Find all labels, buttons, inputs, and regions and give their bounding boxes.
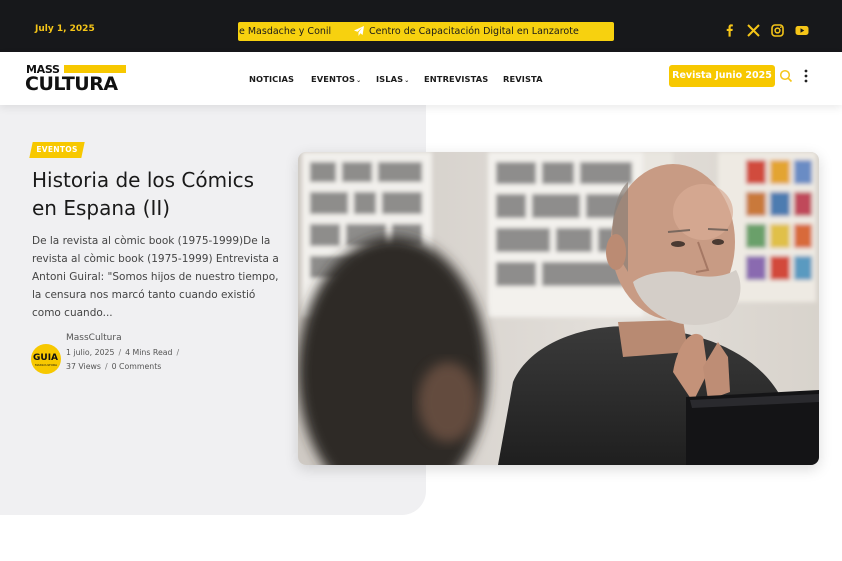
- chevron-down-icon: ⌄: [404, 77, 410, 84]
- nav-item-noticias[interactable]: NOTICIAS: [249, 74, 294, 84]
- top-bar: July 1, 2025 e Masdache y Conil Centro d…: [0, 0, 842, 52]
- nav-item-revista[interactable]: REVISTA: [503, 74, 543, 84]
- author-avatar[interactable]: GUIA MASSCULTURA: [31, 344, 61, 374]
- logo-text-bottom: CULTURA: [25, 73, 118, 95]
- view-count: 37 Views: [66, 362, 101, 371]
- category-badge[interactable]: EVENTOS: [29, 142, 85, 158]
- instagram-icon[interactable]: [771, 24, 784, 38]
- nav-item-eventos[interactable]: EVENTOS⌄: [311, 74, 361, 84]
- news-ticker[interactable]: e Masdache y Conil Centro de Capacitació…: [238, 22, 614, 41]
- comment-count[interactable]: 0 Comments: [112, 362, 162, 371]
- magazine-cta-button[interactable]: Revista Junio 2025: [669, 65, 775, 87]
- youtube-icon[interactable]: [795, 24, 809, 38]
- featured-photo-illustration: [298, 152, 819, 465]
- nav-item-entrevistas[interactable]: ENTREVISTAS: [424, 74, 488, 84]
- facebook-icon[interactable]: [726, 24, 734, 38]
- paper-plane-icon: [354, 26, 364, 36]
- main-navbar: MASS CULTURA NOTICIAS EVENTOS⌄ ISLAS⌄ EN…: [0, 52, 842, 105]
- article-stats: 37 Views/0 Comments: [66, 362, 162, 371]
- publish-date: 1 julio, 2025: [66, 348, 115, 357]
- ticker-item[interactable]: Centro de Capacitación Digital en Lanzar…: [369, 26, 579, 37]
- x-icon[interactable]: [747, 24, 760, 38]
- chevron-down-icon: ⌄: [356, 77, 362, 84]
- ticker-item[interactable]: e Masdache y Conil: [239, 26, 331, 37]
- read-time: 4 Mins Read: [125, 348, 173, 357]
- current-date: July 1, 2025: [35, 24, 95, 34]
- article-excerpt: De la revista al còmic book (1975-1999)D…: [32, 235, 279, 319]
- nav-item-islas[interactable]: ISLAS⌄: [376, 74, 409, 84]
- article-title[interactable]: Historia de los Cómics en Espana (II): [32, 166, 282, 222]
- more-options-icon[interactable]: [802, 69, 810, 83]
- site-logo[interactable]: MASS CULTURA: [25, 63, 128, 97]
- logo-accent-bar: [64, 65, 126, 73]
- search-icon[interactable]: [779, 69, 793, 83]
- article-featured-image[interactable]: [298, 152, 819, 465]
- author-name[interactable]: MassCultura: [66, 333, 122, 343]
- article-meta: 1 julio, 2025/4 Mins Read /: [66, 348, 180, 357]
